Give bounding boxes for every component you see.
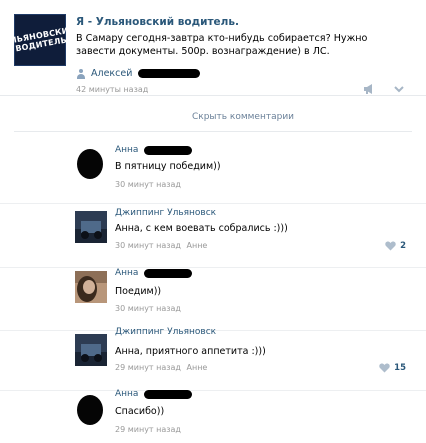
- comment-item: Анна Спасибо)) 29 минут назад: [0, 389, 426, 443]
- comment-time[interactable]: 30 минут назад: [115, 304, 181, 313]
- comment-text: Анна, приятного аппетита :))): [115, 346, 266, 357]
- avatar[interactable]: [75, 393, 107, 425]
- comment-text: Поедим)): [115, 286, 162, 297]
- like-count: 2: [400, 241, 406, 251]
- comment-time[interactable]: 29 минут назад: [115, 363, 181, 372]
- like-button[interactable]: 2: [385, 241, 406, 251]
- redacted-surname: [144, 389, 193, 399]
- like-button[interactable]: 15: [379, 363, 406, 373]
- comment-author[interactable]: Анна: [115, 145, 193, 155]
- hide-comments-link[interactable]: Скрыть комментарии: [0, 112, 426, 122]
- comment-time[interactable]: 30 минут назад: [115, 241, 181, 250]
- comment-text: В пятницу победим)): [115, 161, 221, 172]
- person-icon: [76, 68, 86, 79]
- comment-author-name[interactable]: Джиппинг Ульяновск: [115, 208, 216, 218]
- comment-timestamp[interactable]: 29 минут назад: [115, 425, 181, 434]
- wall-post: УЛЬЯНОВСКИЙ ВОДИТЕЛЬ Я - Ульяновский вод…: [0, 0, 426, 96]
- comment-timestamp[interactable]: 30 минут назад: [115, 180, 181, 189]
- comment-author[interactable]: Анна: [115, 389, 193, 399]
- chevron-down-icon[interactable]: [393, 84, 405, 94]
- comment-item: Анна Поедим)) 30 минут назад: [0, 267, 426, 331]
- comment-timestamp[interactable]: 29 минут назад Анне: [115, 363, 207, 372]
- reply-to[interactable]: Анне: [187, 241, 208, 250]
- avatar[interactable]: [75, 271, 107, 303]
- group-logo-text: УЛЬЯНОВСКИЙ ВОДИТЕЛЬ: [2, 24, 76, 54]
- comment-timestamp[interactable]: 30 минут назад Анне: [115, 241, 207, 250]
- redacted-surname: [144, 268, 193, 278]
- comment-text: Анна, с кем воевать собрались :))): [115, 223, 288, 234]
- comment-text: Спасибо)): [115, 406, 165, 417]
- comment-item: Анна В пятницу победим)) 30 минут назад: [0, 140, 426, 204]
- comment-item: Джиппинг Ульяновск Анна, приятного аппет…: [0, 327, 426, 391]
- avatar[interactable]: [75, 148, 107, 180]
- post-text: В Самару сегодня-завтра кто-нибудь собир…: [76, 33, 368, 57]
- comment-author-name[interactable]: Анна: [115, 389, 138, 399]
- comment-author-name[interactable]: Джиппинг Ульяновск: [115, 327, 216, 337]
- comment-author[interactable]: Анна: [115, 268, 193, 278]
- post-timestamp[interactable]: 42 минуты назад: [76, 85, 148, 94]
- heart-icon: [379, 363, 390, 373]
- group-avatar[interactable]: УЛЬЯНОВСКИЙ ВОДИТЕЛЬ: [3, 14, 76, 66]
- comment-timestamp[interactable]: 30 минут назад: [115, 304, 181, 313]
- post-author-name[interactable]: Алексей: [91, 68, 132, 79]
- group-name-link[interactable]: Я - Ульяновский водитель.: [76, 16, 239, 28]
- post-author[interactable]: Алексей: [76, 68, 201, 79]
- avatar[interactable]: [75, 334, 107, 366]
- redacted-surname: [144, 145, 193, 155]
- comment-time[interactable]: 29 минут назад: [115, 425, 181, 434]
- comment-item: Джиппинг Ульяновск Анна, с кем воевать с…: [0, 204, 426, 268]
- comment-author-name[interactable]: Анна: [115, 268, 138, 278]
- megaphone-icon[interactable]: [364, 84, 375, 94]
- divider: [14, 131, 412, 132]
- like-count: 15: [394, 363, 406, 373]
- reply-to[interactable]: Анне: [187, 363, 208, 372]
- comment-time[interactable]: 30 минут назад: [115, 180, 181, 189]
- redacted-surname: [138, 69, 201, 78]
- comment-author-name[interactable]: Анна: [115, 145, 138, 155]
- avatar[interactable]: [75, 211, 107, 243]
- heart-icon: [385, 241, 396, 251]
